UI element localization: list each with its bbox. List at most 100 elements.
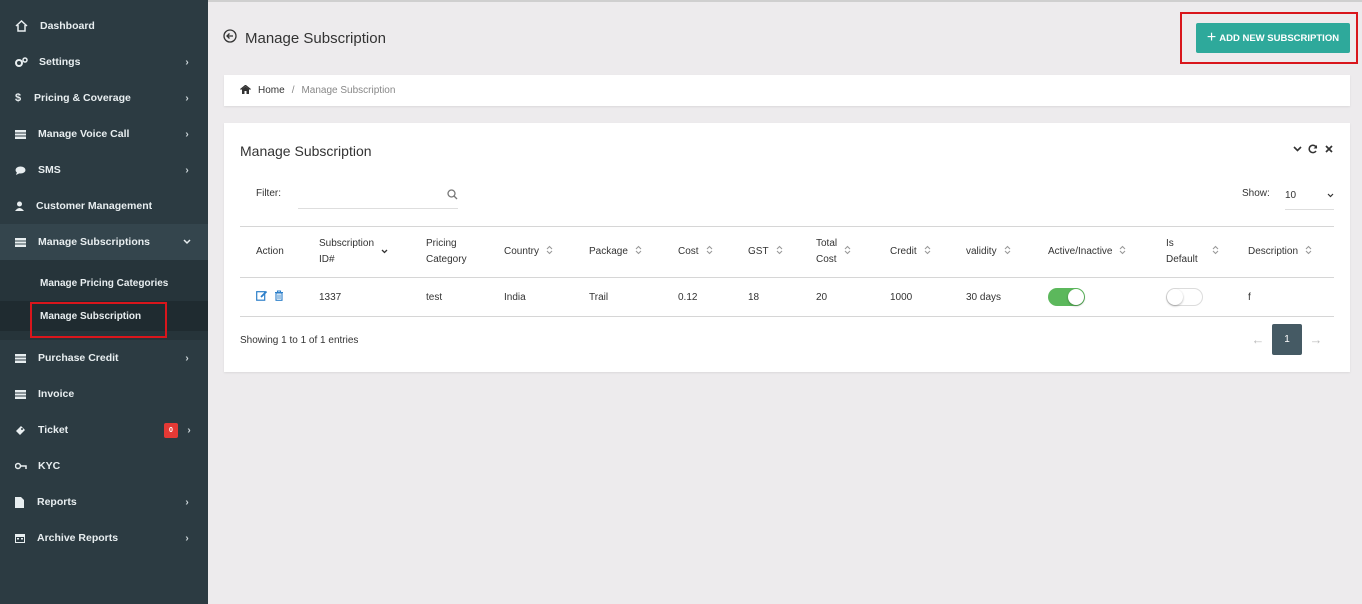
sidebar-item-customer-management[interactable]: Customer Management: [0, 188, 208, 224]
search-icon: [447, 187, 458, 205]
column-header-gst[interactable]: GST: [748, 226, 783, 277]
list-icon: [15, 389, 37, 399]
sidebar-item-label: Customer Management: [36, 200, 153, 212]
column-header-country[interactable]: Country: [504, 226, 553, 277]
column-header-pricing-category[interactable]: Pricing Category: [426, 226, 467, 277]
filter-input[interactable]: [298, 181, 458, 209]
sidebar-item-archive-reports[interactable]: Archive Reports ›: [0, 520, 208, 556]
breadcrumb-current: Manage Subscription: [301, 85, 396, 96]
cell-package: Trail: [589, 291, 609, 303]
user-icon: [15, 201, 36, 211]
column-header-subscription-id[interactable]: Subscription ID#: [319, 226, 388, 277]
page-size-select[interactable]: 10: [1285, 182, 1334, 210]
collapse-chevron-icon[interactable]: [1292, 143, 1302, 155]
page-size-value: 10: [1285, 190, 1297, 201]
chevron-right-icon: ›: [185, 352, 189, 364]
sidebar-item-label: Reports: [37, 496, 77, 508]
ticket-icon: [15, 425, 38, 435]
sidebar: Dashboard Settings › $ Pricing & Coverag…: [0, 0, 208, 604]
table-bottom-border: [240, 316, 1334, 317]
column-label: Package: [589, 245, 628, 257]
sidebar-item-manage-subscriptions[interactable]: Manage Subscriptions: [0, 224, 208, 260]
column-header-cost[interactable]: Cost: [678, 226, 713, 277]
column-label: Pricing: [426, 237, 457, 249]
column-label: Action: [256, 245, 284, 257]
sort-icon: [635, 245, 642, 258]
breadcrumb-separator: /: [291, 85, 295, 96]
sidebar-item-sms[interactable]: SMS ›: [0, 152, 208, 188]
cell-total-cost: 20: [816, 291, 828, 303]
column-label: GST: [748, 245, 769, 257]
column-label: Active/Inactive: [1048, 245, 1113, 257]
submenu-item-pricing-categories[interactable]: Manage Pricing Categories: [0, 268, 208, 298]
sidebar-item-dashboard[interactable]: Dashboard: [0, 8, 208, 44]
breadcrumb-home-link[interactable]: Home: [258, 85, 285, 96]
sidebar-item-purchase-credit[interactable]: Purchase Credit ›: [0, 340, 208, 376]
page-1-button[interactable]: 1: [1272, 324, 1302, 355]
cell-country: India: [504, 291, 526, 303]
column-header-is-default[interactable]: Is Default: [1166, 226, 1219, 277]
sidebar-item-invoice[interactable]: Invoice: [0, 376, 208, 412]
column-header-package[interactable]: Package: [589, 226, 642, 277]
highlight-box-sidebar: [30, 302, 167, 338]
default-toggle[interactable]: [1166, 288, 1203, 306]
cell-gst: 18: [748, 291, 760, 303]
show-label: Show:: [1242, 188, 1270, 199]
column-header-description[interactable]: Description: [1248, 226, 1312, 277]
chevron-right-icon: ›: [185, 56, 189, 68]
comment-icon: [15, 166, 37, 175]
chevron-right-icon: ›: [185, 532, 189, 544]
ticket-count-badge: 0: [164, 422, 178, 438]
column-label: Description: [1248, 245, 1299, 257]
sort-icon: [1305, 245, 1312, 258]
sort-desc-icon: [381, 246, 388, 257]
file-icon: [15, 496, 37, 508]
sidebar-item-reports[interactable]: Reports ›: [0, 484, 208, 520]
sidebar-item-label: Ticket: [38, 424, 69, 436]
sidebar-item-label: KYC: [38, 460, 61, 472]
column-header-total-cost[interactable]: Total Cost: [816, 226, 851, 277]
row-actions: [256, 278, 284, 316]
next-page-button[interactable]: →: [1302, 332, 1330, 347]
sort-icon: [1212, 245, 1219, 258]
column-label: Cost: [678, 245, 699, 257]
highlight-box-add: [1180, 12, 1358, 64]
edit-icon[interactable]: [256, 290, 268, 304]
column-label: Credit: [890, 245, 917, 257]
prev-page-button[interactable]: ←: [1244, 332, 1272, 347]
chevron-right-icon: ›: [185, 164, 189, 176]
trash-icon[interactable]: [274, 290, 284, 304]
card-tools: [1292, 143, 1334, 155]
sort-icon: [924, 245, 931, 258]
list-icon: [15, 237, 37, 247]
active-toggle[interactable]: [1048, 288, 1085, 306]
column-header-action: Action: [256, 226, 284, 277]
sidebar-item-voice-call[interactable]: Manage Voice Call ›: [0, 116, 208, 152]
sidebar-item-kyc[interactable]: KYC: [0, 448, 208, 484]
sidebar-item-pricing[interactable]: $ Pricing & Coverage ›: [0, 80, 208, 116]
back-arrow-icon[interactable]: [223, 28, 237, 48]
column-label: Country: [504, 245, 540, 257]
cell-description: f: [1248, 291, 1251, 303]
breadcrumb: Home / Manage Subscription: [224, 75, 1350, 106]
sidebar-item-label: Dashboard: [40, 20, 95, 32]
column-label: Cost: [816, 253, 837, 265]
column-label: Category: [426, 253, 467, 265]
column-label: Is: [1166, 237, 1174, 249]
sidebar-item-label: Archive Reports: [37, 532, 119, 544]
list-icon: [15, 129, 37, 139]
sidebar-item-label: Manage Voice Call: [38, 128, 130, 140]
cell-subscription-id: 1337: [319, 291, 342, 303]
column-header-credit[interactable]: Credit: [890, 226, 931, 277]
page-title: Manage Subscription: [245, 29, 386, 47]
close-icon[interactable]: [1324, 143, 1334, 155]
chevron-right-icon: ›: [187, 424, 191, 436]
sidebar-item-ticket[interactable]: Ticket 0 ›: [0, 412, 208, 448]
column-label: Total: [816, 237, 838, 249]
refresh-icon[interactable]: [1308, 143, 1318, 155]
column-label: ID#: [319, 253, 335, 265]
cell-credit: 1000: [890, 291, 913, 303]
column-header-validity[interactable]: validity: [966, 226, 1011, 277]
sidebar-item-settings[interactable]: Settings ›: [0, 44, 208, 80]
column-header-active-inactive[interactable]: Active/Inactive: [1048, 226, 1126, 277]
